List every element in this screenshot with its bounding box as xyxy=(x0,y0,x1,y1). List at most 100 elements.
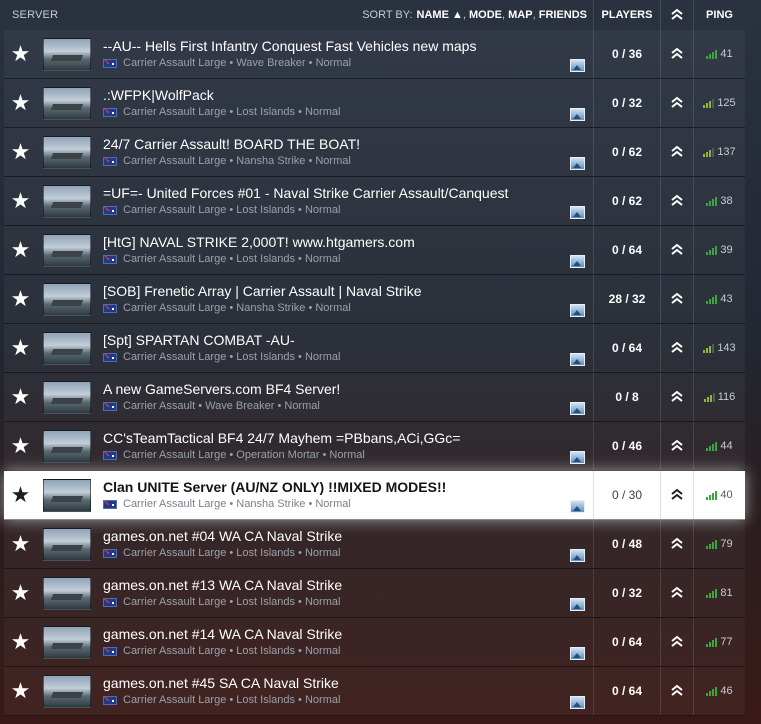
map-preview-icon[interactable] xyxy=(570,500,585,513)
server-row[interactable]: ★ games.on.net #45 SA CA Naval Strike Ca… xyxy=(4,667,745,716)
server-mode: Carrier Assault Large xyxy=(123,498,227,510)
server-details: Carrier Assault Large • Operation Mortar… xyxy=(103,448,593,462)
rank-cell xyxy=(660,520,693,568)
server-row[interactable]: ★ games.on.net #13 WA CA Naval Strike Ca… xyxy=(4,569,745,618)
favorite-star-icon[interactable]: ★ xyxy=(4,531,37,557)
sort-mode-option[interactable]: MODE xyxy=(469,9,502,21)
signal-bars-icon xyxy=(703,147,715,157)
ping-value: 125 xyxy=(717,97,736,109)
favorite-star-icon[interactable]: ★ xyxy=(4,41,37,67)
players-count: 0 / 30 xyxy=(593,471,660,519)
favorite-star-icon[interactable]: ★ xyxy=(4,433,37,459)
rank-column-header[interactable] xyxy=(660,0,693,30)
map-preview-icon[interactable] xyxy=(570,696,585,709)
rank-chevron-icon xyxy=(671,341,683,353)
server-name: [SOB] Frenetic Array | Carrier Assault |… xyxy=(103,283,422,299)
favorite-star-icon[interactable]: ★ xyxy=(4,90,37,116)
server-header-label[interactable]: SERVER xyxy=(12,9,58,21)
server-preset: Normal xyxy=(304,547,341,559)
server-info-cell: ★ =UF=- United Forces #01 - Naval Strike… xyxy=(4,177,593,225)
favorite-star-icon[interactable]: ★ xyxy=(4,139,37,165)
server-name: games.on.net #14 WA CA Naval Strike xyxy=(103,626,343,642)
server-name: games.on.net #04 WA CA Naval Strike xyxy=(103,528,343,544)
server-name: games.on.net #45 SA CA Naval Strike xyxy=(103,675,339,691)
server-map: Lost Islands xyxy=(236,596,295,608)
favorite-star-icon[interactable]: ★ xyxy=(4,335,37,361)
map-preview-icon[interactable] xyxy=(570,108,585,121)
signal-bars-icon xyxy=(706,637,718,647)
map-preview-icon[interactable] xyxy=(570,647,585,660)
server-mode: Carrier Assault Large xyxy=(123,645,227,657)
server-row[interactable]: ★ [Spt] SPARTAN COMBAT -AU- Carrier Assa… xyxy=(4,324,745,373)
sort-map-option[interactable]: MAP xyxy=(508,9,532,21)
server-mode: Carrier Assault Large xyxy=(123,253,227,265)
rank-chevron-icon xyxy=(671,488,683,500)
server-row[interactable]: ★ [SOB] Frenetic Array | Carrier Assault… xyxy=(4,275,745,324)
server-info-cell: ★ 24/7 Carrier Assault! BOARD THE BOAT! … xyxy=(4,128,593,176)
players-count: 0 / 62 xyxy=(593,177,660,225)
players-count: 0 / 46 xyxy=(593,422,660,470)
rank-chevron-icon xyxy=(671,145,683,157)
server-details: Carrier Assault Large • Lost Islands • N… xyxy=(103,203,593,217)
server-preset: Normal xyxy=(304,694,341,706)
server-row[interactable]: ★ CC'sTeamTactical BF4 24/7 Mayhem =PBba… xyxy=(4,422,745,471)
favorite-star-icon[interactable]: ★ xyxy=(4,237,37,263)
server-row[interactable]: ★ 24/7 Carrier Assault! BOARD THE BOAT! … xyxy=(4,128,745,177)
server-preset: Normal xyxy=(329,449,365,461)
server-row[interactable]: ★ [HtG] NAVAL STRIKE 2,000T! www.htgamer… xyxy=(4,226,745,275)
server-info-cell: ★ [SOB] Frenetic Array | Carrier Assault… xyxy=(4,275,593,323)
map-preview-icon[interactable] xyxy=(570,59,585,72)
server-info-cell: ★ games.on.net #45 SA CA Naval Strike Ca… xyxy=(4,667,593,715)
sort-by-controls: SORT BY: NAME ▲, MODE, MAP, FRIENDS xyxy=(362,9,587,21)
map-preview-icon[interactable] xyxy=(570,304,585,317)
server-row[interactable]: ★ =UF=- United Forces #01 - Naval Strike… xyxy=(4,177,745,226)
rank-cell xyxy=(660,275,693,323)
server-details: Carrier Assault Large • Lost Islands • N… xyxy=(103,693,593,707)
server-info-cell: ★ games.on.net #14 WA CA Naval Strike Ca… xyxy=(4,618,593,666)
server-row[interactable]: ★ --AU-- Hells First Infantry Conquest F… xyxy=(4,30,745,79)
server-preset: Normal xyxy=(315,498,351,510)
server-row[interactable]: ★ games.on.net #14 WA CA Naval Strike Ca… xyxy=(4,618,745,667)
server-details: Carrier Assault • Wave Breaker • Normal xyxy=(103,399,593,413)
map-preview-icon[interactable] xyxy=(570,353,585,366)
favorite-star-icon[interactable]: ★ xyxy=(4,188,37,214)
sort-name-option[interactable]: NAME ▲ xyxy=(417,9,463,21)
players-count: 0 / 8 xyxy=(593,373,660,421)
favorite-star-icon[interactable]: ★ xyxy=(4,286,37,312)
server-preset: Normal xyxy=(315,302,351,314)
map-preview-icon[interactable] xyxy=(570,206,585,219)
map-preview-icon[interactable] xyxy=(570,402,585,415)
ping-column-header[interactable]: PING xyxy=(693,0,745,30)
map-preview-icon[interactable] xyxy=(570,157,585,170)
ping-value: 143 xyxy=(717,342,736,354)
players-count: 0 / 64 xyxy=(593,618,660,666)
favorite-star-icon[interactable]: ★ xyxy=(4,384,37,410)
favorite-star-icon[interactable]: ★ xyxy=(4,482,37,508)
map-preview-icon[interactable] xyxy=(570,549,585,562)
map-preview-icon[interactable] xyxy=(570,255,585,268)
server-preset: Normal xyxy=(304,351,341,363)
server-row[interactable]: ★ games.on.net #04 WA CA Naval Strike Ca… xyxy=(4,520,745,569)
map-preview-icon[interactable] xyxy=(570,598,585,611)
australia-flag-icon xyxy=(103,499,117,509)
server-mode: Carrier Assault Large xyxy=(123,57,227,69)
map-preview-icon[interactable] xyxy=(570,451,585,464)
rank-chevron-icon xyxy=(671,243,683,255)
players-column-header[interactable]: PLAYERS xyxy=(593,0,660,30)
ping-cell: 116 xyxy=(693,373,745,421)
server-row[interactable]: ★ Clan UNITE Server (AU/NZ ONLY) !!MIXED… xyxy=(4,471,745,520)
signal-bars-icon xyxy=(706,490,718,500)
server-info-cell: ★ games.on.net #13 WA CA Naval Strike Ca… xyxy=(4,569,593,617)
server-row[interactable]: ★ .:WFPK|WolfPack Carrier Assault Large … xyxy=(4,79,745,128)
server-list-header: SERVER SORT BY: NAME ▲, MODE, MAP, FRIEND… xyxy=(0,0,761,30)
ping-cell: 81 xyxy=(693,569,745,617)
australia-flag-icon xyxy=(103,58,117,68)
favorite-star-icon[interactable]: ★ xyxy=(4,580,37,606)
rank-cell xyxy=(660,177,693,225)
favorite-star-icon[interactable]: ★ xyxy=(4,629,37,655)
favorite-star-icon[interactable]: ★ xyxy=(4,678,37,704)
rank-cell xyxy=(660,667,693,715)
server-row[interactable]: ★ A new GameServers.com BF4 Server! Carr… xyxy=(4,373,745,422)
server-mode: Carrier Assault Large xyxy=(123,547,227,559)
sort-friends-option[interactable]: FRIENDS xyxy=(539,9,587,21)
